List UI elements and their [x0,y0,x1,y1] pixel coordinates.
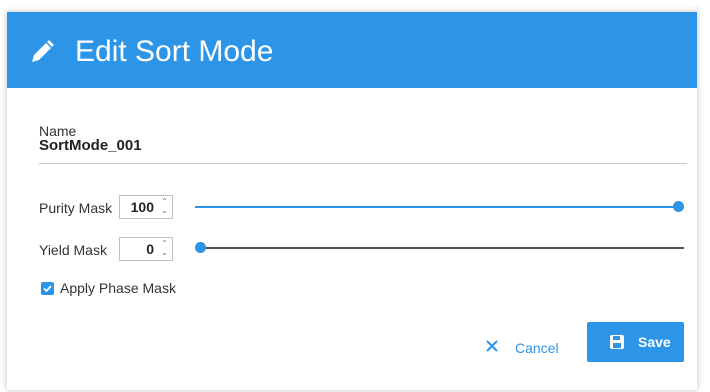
dialog-title: Edit Sort Mode [75,35,274,68]
dialog-header: × Edit Sort Mode [7,2,701,88]
apply-phase-mask-checkbox[interactable] [41,282,54,295]
apply-phase-mask-label[interactable]: Apply Phase Mask [60,280,176,296]
yield-mask-stepper[interactable]: 0 ⌃ ⌄ [119,237,173,261]
edit-sort-mode-dialog: × Edit Sort Mode Name SortMode_001 Purit… [7,2,701,390]
name-field[interactable]: SortMode_001 [39,137,142,154]
floppy-disk-icon [610,335,624,349]
yield-mask-label: Yield Mask [39,242,107,258]
yield-mask-slider-track[interactable] [200,247,684,249]
purity-mask-stepper[interactable]: 100 ⌃ ⌄ [119,195,173,219]
yield-mask-slider-thumb[interactable] [195,242,206,253]
stepper-arrows-icon[interactable]: ⌃ ⌄ [161,239,168,257]
purity-mask-slider-thumb[interactable] [673,201,684,212]
name-field-underline [39,163,687,164]
stepper-arrows-icon[interactable]: ⌃ ⌄ [161,197,168,215]
save-button[interactable]: Save [587,322,684,362]
close-icon [486,340,498,352]
yield-mask-value: 0 [146,241,154,257]
purity-mask-slider-track[interactable] [195,206,679,208]
purity-mask-label: Purity Mask [39,200,113,216]
cancel-label: Cancel [515,340,559,356]
pencil-icon [32,40,54,62]
close-icon[interactable]: × [693,2,701,15]
purity-mask-value: 100 [130,199,154,215]
cancel-button[interactable]: Cancel [477,332,567,364]
save-label: Save [638,334,671,350]
checkmark-icon [43,285,52,293]
